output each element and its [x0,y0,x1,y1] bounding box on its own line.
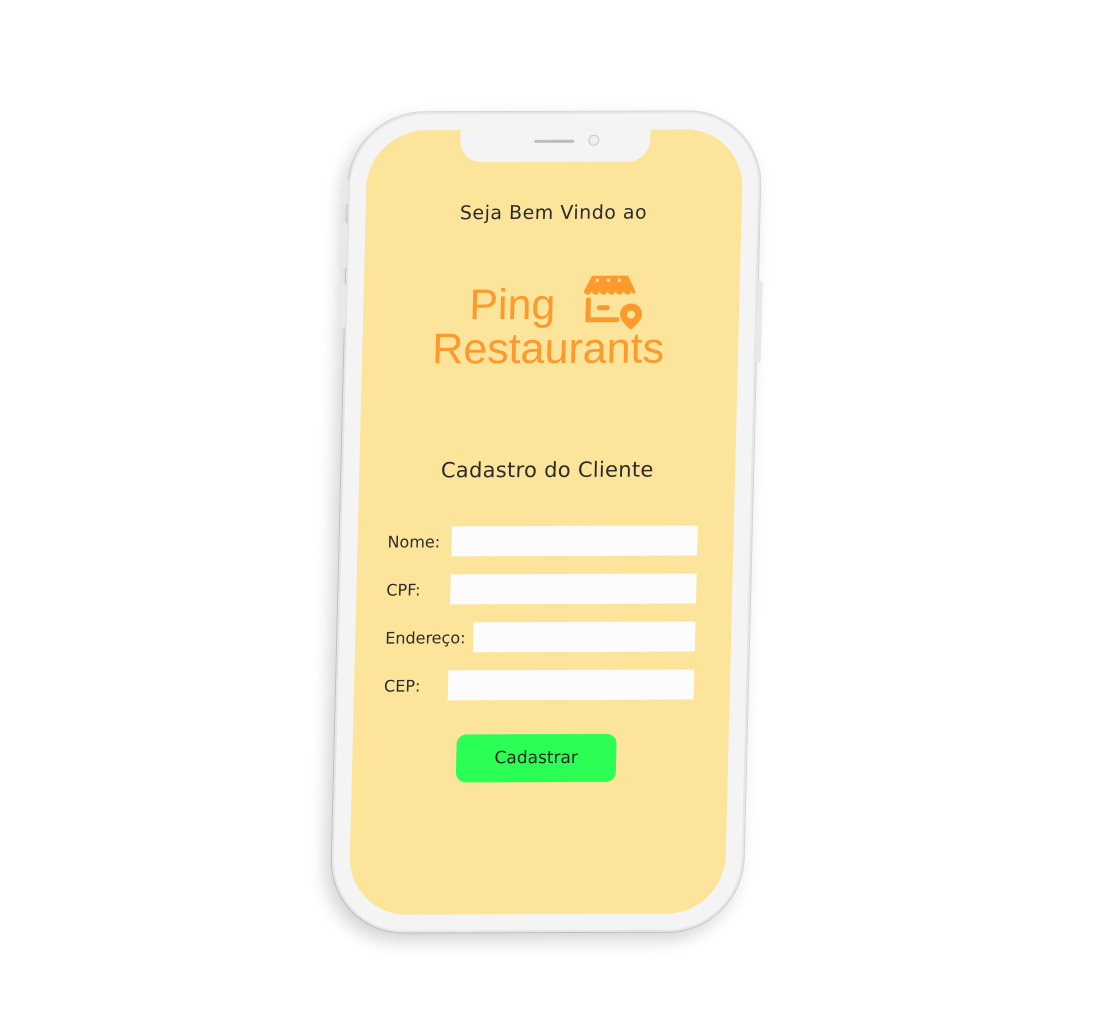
logo-word-ping: Ping [468,280,556,330]
volume-up-button [341,222,348,269]
endereco-label: Endereço: [384,628,466,648]
form-row-cpf: CPF: [386,573,697,605]
storefront-location-pin-icon [583,275,643,330]
cep-label: CEP: [383,676,421,696]
nome-label: Nome: [387,532,441,552]
cpf-input[interactable] [450,573,697,605]
welcome-text: Seja Bem Vindo ao [459,201,648,225]
cep-input[interactable] [447,669,695,701]
app-logo: Ping Restaurants [431,275,704,378]
speaker-grille [534,139,575,143]
notch [459,129,651,163]
cadastrar-button[interactable]: Cadastrar [455,733,617,783]
phone-screen: Seja Bem Vindo ao Ping Restaurants Cadas… [348,129,744,915]
nome-input[interactable] [451,525,698,557]
endereco-input[interactable] [472,621,696,653]
form-title: Cadastro do Cliente [440,457,654,483]
power-button [755,281,763,364]
stage: Seja Bem Vindo ao Ping Restaurants Cadas… [0,0,1100,1012]
form-row-endereco: Endereço: [384,621,696,653]
volume-down-button [339,282,346,329]
form-row-nome: Nome: [387,525,698,557]
mute-switch [342,178,349,205]
front-camera-icon [588,134,600,146]
form-row-cep: CEP: [383,669,695,701]
phone-frame: Seja Bem Vindo ao Ping Restaurants Cadas… [330,111,763,933]
client-registration-form: Nome: CPF: Endereço: CEP: [383,525,698,718]
cpf-label: CPF: [386,580,421,600]
logo-word-restaurants: Restaurants [431,324,665,374]
